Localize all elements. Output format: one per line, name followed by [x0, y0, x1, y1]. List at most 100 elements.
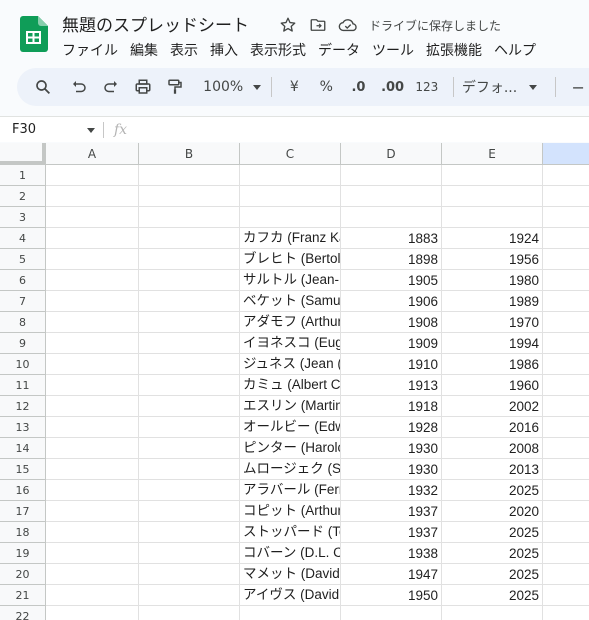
cell[interactable] — [442, 207, 543, 228]
cell[interactable] — [46, 354, 139, 375]
cell[interactable] — [46, 375, 139, 396]
cell[interactable] — [543, 270, 589, 291]
cell[interactable] — [139, 438, 240, 459]
menu-help[interactable]: ヘルプ — [488, 38, 542, 62]
row-header[interactable]: 19 — [0, 543, 46, 564]
cell[interactable]: 1913 — [341, 375, 442, 396]
cell[interactable] — [46, 228, 139, 249]
cell[interactable]: アラバール (Ferr — [240, 480, 341, 501]
menu-insert[interactable]: 挿入 — [204, 38, 244, 62]
cell[interactable] — [543, 522, 589, 543]
select-all-corner[interactable] — [0, 143, 46, 165]
cell[interactable] — [442, 186, 543, 207]
cell[interactable] — [46, 501, 139, 522]
cell[interactable] — [543, 333, 589, 354]
cell[interactable] — [543, 606, 589, 620]
row-header[interactable]: 12 — [0, 396, 46, 417]
cell[interactable] — [46, 396, 139, 417]
font-select[interactable]: デフォ... — [462, 77, 538, 97]
cell[interactable]: コピット (Arthur — [240, 501, 341, 522]
cell[interactable] — [240, 165, 341, 186]
cell[interactable]: 1956 — [442, 249, 543, 270]
row-header[interactable]: 7 — [0, 291, 46, 312]
column-header-f[interactable] — [543, 143, 589, 165]
cell[interactable] — [139, 459, 240, 480]
column-header-b[interactable]: B — [139, 143, 240, 165]
row-header[interactable]: 20 — [0, 564, 46, 585]
cell[interactable] — [543, 207, 589, 228]
cell[interactable] — [46, 564, 139, 585]
cell[interactable] — [139, 333, 240, 354]
row-header[interactable]: 15 — [0, 459, 46, 480]
cell[interactable]: 1960 — [442, 375, 543, 396]
cell[interactable]: 1937 — [341, 501, 442, 522]
cell[interactable]: ブレヒト (Bertol — [240, 249, 341, 270]
cell[interactable]: 2025 — [442, 522, 543, 543]
cell[interactable] — [543, 417, 589, 438]
cell[interactable] — [139, 249, 240, 270]
cell[interactable] — [139, 564, 240, 585]
cell[interactable] — [543, 249, 589, 270]
cell[interactable] — [46, 186, 139, 207]
cell[interactable] — [543, 312, 589, 333]
cell[interactable]: 2002 — [442, 396, 543, 417]
cell[interactable] — [341, 606, 442, 620]
cell[interactable] — [543, 291, 589, 312]
sheets-logo-icon[interactable] — [18, 16, 48, 52]
row-header[interactable]: 9 — [0, 333, 46, 354]
cell[interactable]: 1947 — [341, 564, 442, 585]
cell[interactable] — [139, 417, 240, 438]
cell[interactable] — [543, 501, 589, 522]
menu-file[interactable]: ファイル — [56, 38, 124, 62]
increase-decimal-button[interactable]: .00 — [377, 73, 409, 101]
cell[interactable]: 1930 — [341, 459, 442, 480]
cell[interactable] — [46, 333, 139, 354]
search-icon[interactable] — [29, 73, 57, 101]
cell[interactable]: 1910 — [341, 354, 442, 375]
cell[interactable] — [46, 249, 139, 270]
cell[interactable] — [46, 165, 139, 186]
cell[interactable] — [139, 375, 240, 396]
cell[interactable] — [139, 228, 240, 249]
cell[interactable] — [543, 543, 589, 564]
formula-input[interactable] — [137, 120, 589, 140]
cell[interactable]: 1980 — [442, 270, 543, 291]
cell[interactable] — [442, 165, 543, 186]
cell[interactable] — [139, 585, 240, 606]
cell[interactable]: 1994 — [442, 333, 543, 354]
cell[interactable]: サルトル (Jean-I — [240, 270, 341, 291]
row-header[interactable]: 17 — [0, 501, 46, 522]
cell[interactable]: ムロージェク (S — [240, 459, 341, 480]
cell[interactable] — [139, 543, 240, 564]
cell[interactable]: 1932 — [341, 480, 442, 501]
cell[interactable] — [46, 480, 139, 501]
cell[interactable]: 1938 — [341, 543, 442, 564]
cell[interactable] — [543, 459, 589, 480]
row-header[interactable]: 18 — [0, 522, 46, 543]
row-header[interactable]: 13 — [0, 417, 46, 438]
cell[interactable]: 1905 — [341, 270, 442, 291]
cell[interactable] — [240, 207, 341, 228]
cell[interactable]: 1928 — [341, 417, 442, 438]
cell[interactable] — [543, 396, 589, 417]
menu-format[interactable]: 表示形式 — [244, 38, 312, 62]
currency-format-button[interactable]: ¥ — [280, 73, 308, 101]
cell[interactable] — [46, 543, 139, 564]
redo-icon[interactable] — [97, 73, 125, 101]
cell[interactable]: 1924 — [442, 228, 543, 249]
cell[interactable]: ピンター (Harolc — [240, 438, 341, 459]
row-header[interactable]: 22 — [0, 606, 46, 620]
cell[interactable] — [543, 480, 589, 501]
menu-tools[interactable]: ツール — [366, 38, 420, 62]
cell[interactable]: 2013 — [442, 459, 543, 480]
cell[interactable] — [139, 480, 240, 501]
move-to-folder-icon[interactable] — [307, 14, 329, 36]
row-header[interactable]: 21 — [0, 585, 46, 606]
cell[interactable]: ベケット (Samu — [240, 291, 341, 312]
document-title[interactable]: 無題のスプレッドシート — [62, 11, 249, 36]
cell[interactable] — [46, 312, 139, 333]
row-header[interactable]: 16 — [0, 480, 46, 501]
cell[interactable]: アダモフ (Arthur — [240, 312, 341, 333]
cell[interactable] — [543, 564, 589, 585]
percent-format-button[interactable]: % — [312, 73, 340, 101]
